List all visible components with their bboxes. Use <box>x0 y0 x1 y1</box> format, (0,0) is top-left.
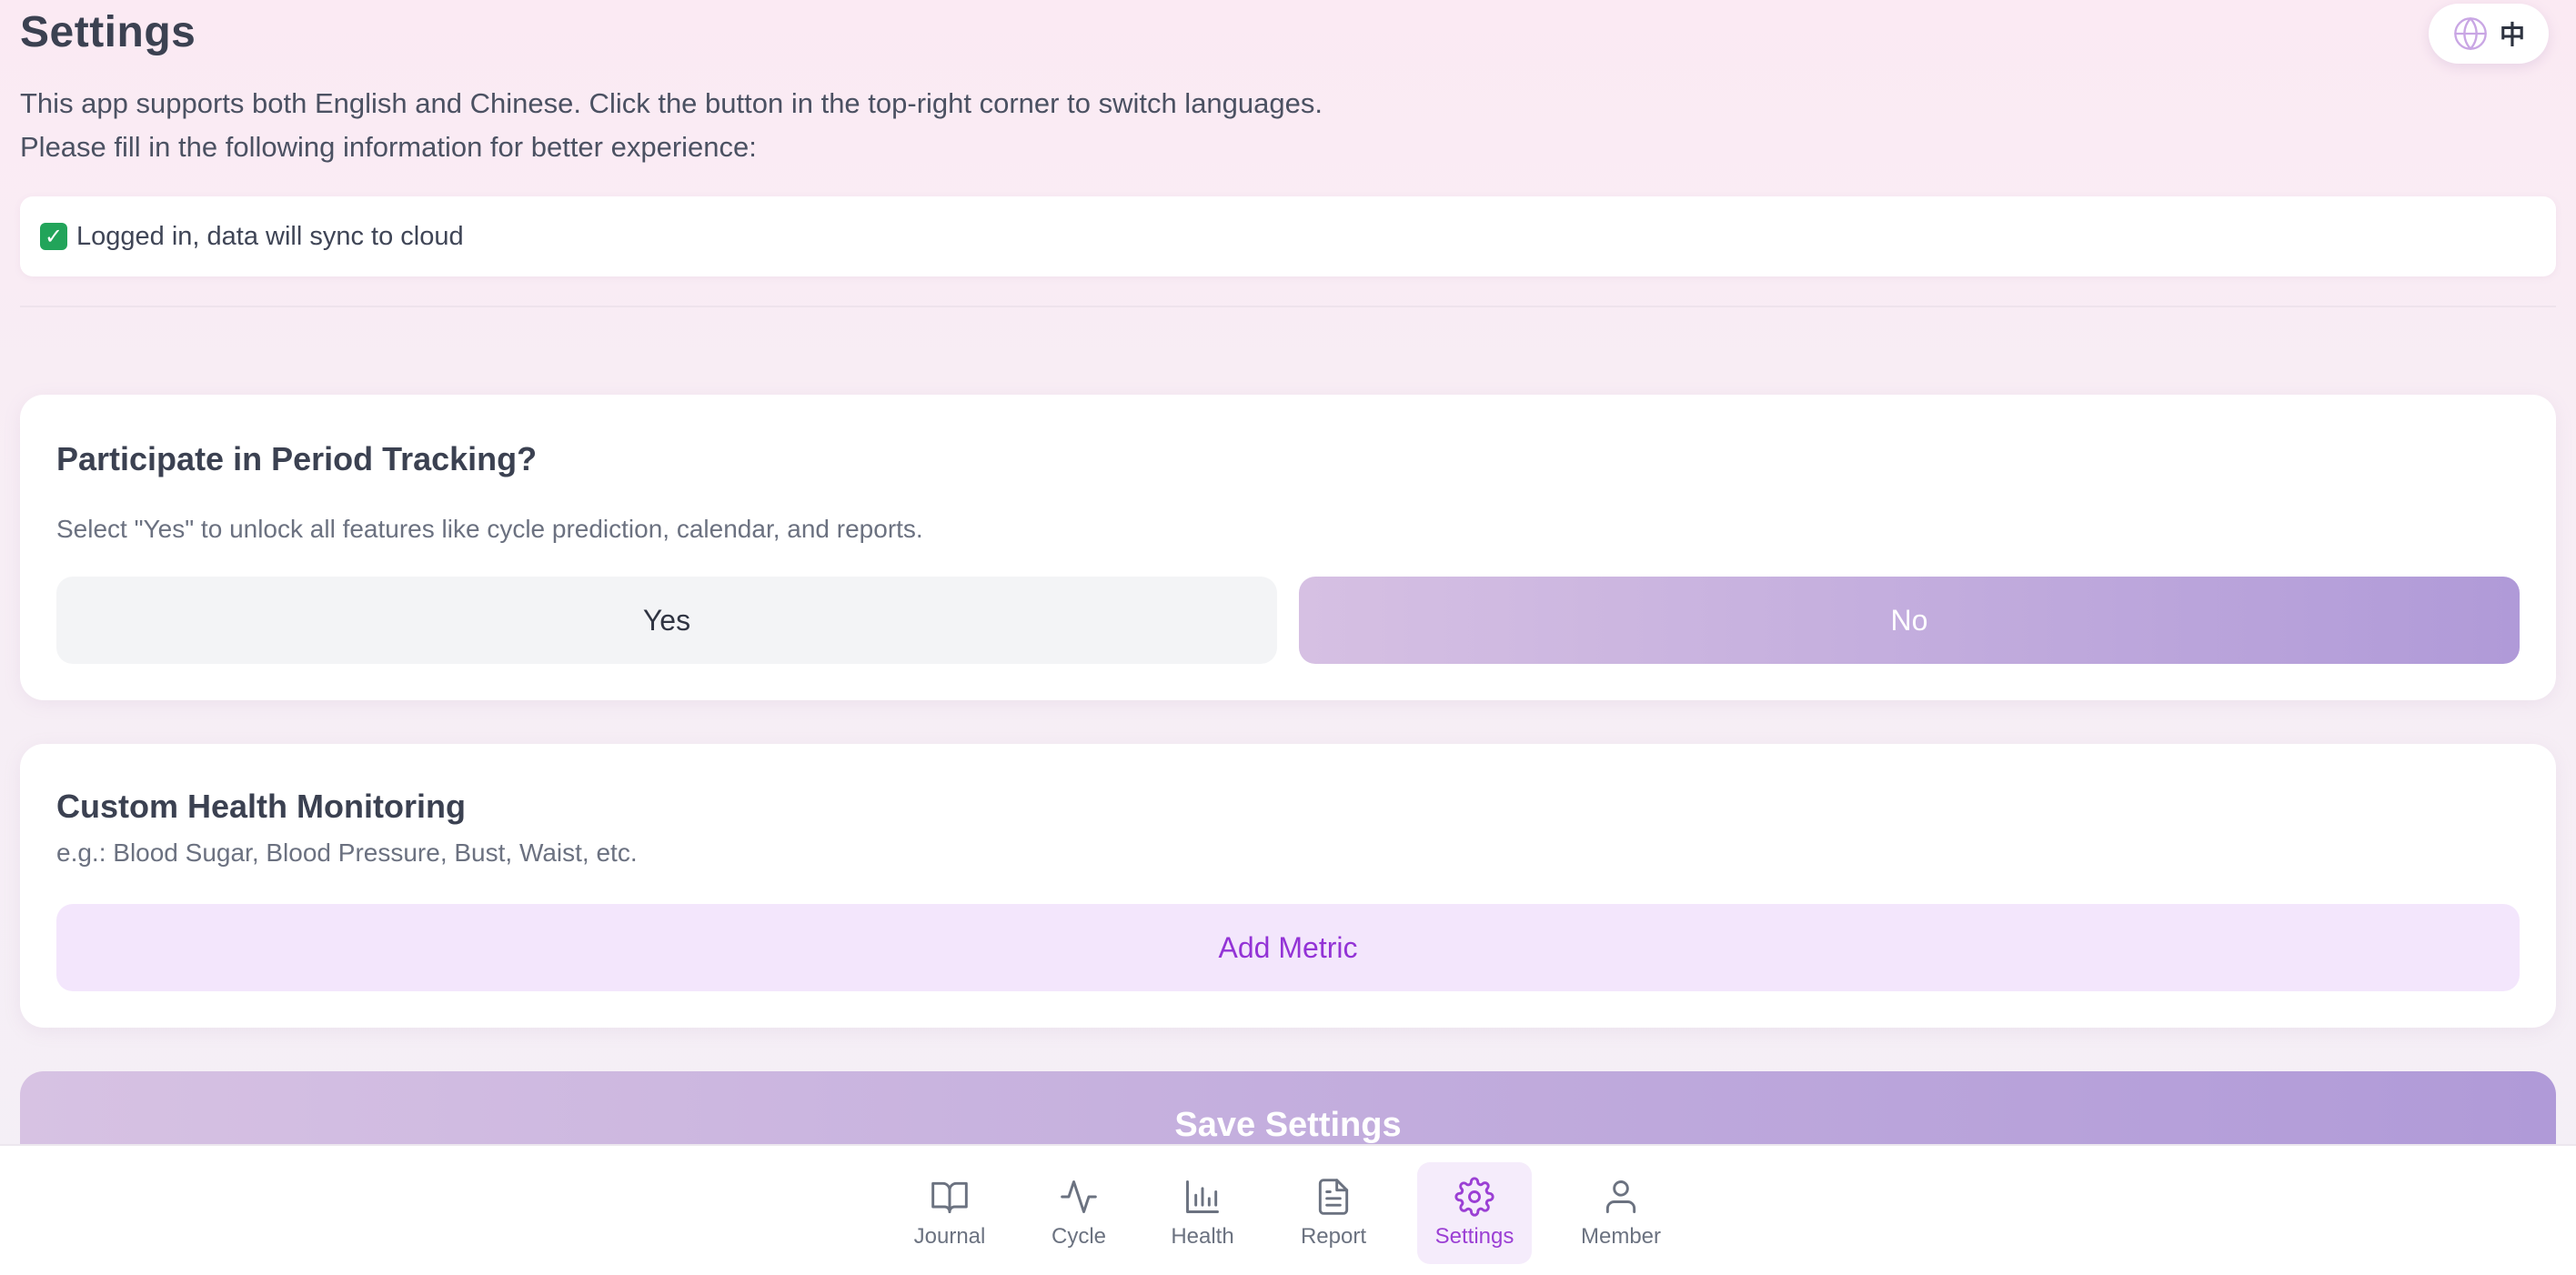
nav-label-health: Health <box>1171 1224 1234 1249</box>
period-tracking-no-button[interactable]: No <box>1299 577 2520 664</box>
globe-icon <box>2454 17 2487 50</box>
period-tracking-yes-button[interactable]: Yes <box>56 577 1277 664</box>
section-divider <box>20 306 2556 307</box>
nav-label-settings: Settings <box>1434 1224 1514 1249</box>
nav-label-cycle: Cycle <box>1051 1224 1106 1249</box>
book-open-icon <box>931 1181 968 1213</box>
health-monitoring-card: Custom Health Monitoring e.g.: Blood Sug… <box>20 744 2556 1028</box>
bar-chart-icon <box>1186 1180 1219 1213</box>
add-metric-button[interactable]: Add Metric <box>56 904 2520 991</box>
activity-icon <box>1061 1180 1097 1213</box>
nav-label-member: Member <box>1580 1224 1662 1249</box>
nav-item-journal[interactable]: Journal <box>895 1162 1004 1264</box>
bottom-navigation: Journal Cycle Health Report Settings Mem… <box>0 1144 2576 1275</box>
nav-item-report[interactable]: Report <box>1279 1162 1388 1264</box>
nav-item-member[interactable]: Member <box>1566 1162 1675 1264</box>
intro-line-fill-info: Please fill in the following information… <box>20 131 757 163</box>
page-title: Settings <box>20 8 196 56</box>
user-icon <box>1605 1180 1636 1213</box>
nav-item-health[interactable]: Health <box>1148 1162 1257 1264</box>
period-tracking-description: Select "Yes" to unlock all features like… <box>56 515 923 543</box>
period-tracking-card: Participate in Period Tracking? Select "… <box>20 395 2556 700</box>
nav-item-cycle[interactable]: Cycle <box>1024 1162 1133 1264</box>
intro-text: This app supports both English and Chine… <box>20 82 1323 169</box>
nav-item-settings[interactable]: Settings <box>1417 1162 1532 1264</box>
health-monitoring-description: e.g.: Blood Sugar, Blood Pressure, Bust,… <box>56 838 638 867</box>
login-status-text: Logged in, data will sync to cloud <box>76 221 464 251</box>
check-mark-icon: ✓ <box>40 223 67 250</box>
gear-icon <box>1454 1177 1494 1217</box>
nav-label-journal: Journal <box>913 1224 986 1249</box>
language-toggle-label: 中 <box>2499 20 2525 50</box>
health-monitoring-title: Custom Health Monitoring <box>56 788 466 825</box>
intro-line-language: This app supports both English and Chine… <box>20 87 1323 119</box>
period-tracking-title: Participate in Period Tracking? <box>56 440 538 477</box>
language-toggle-button[interactable]: 中 <box>2429 4 2549 64</box>
nav-label-report: Report <box>1300 1224 1367 1249</box>
login-status-banner: ✓ Logged in, data will sync to cloud <box>20 196 2556 276</box>
document-icon <box>1318 1179 1349 1215</box>
